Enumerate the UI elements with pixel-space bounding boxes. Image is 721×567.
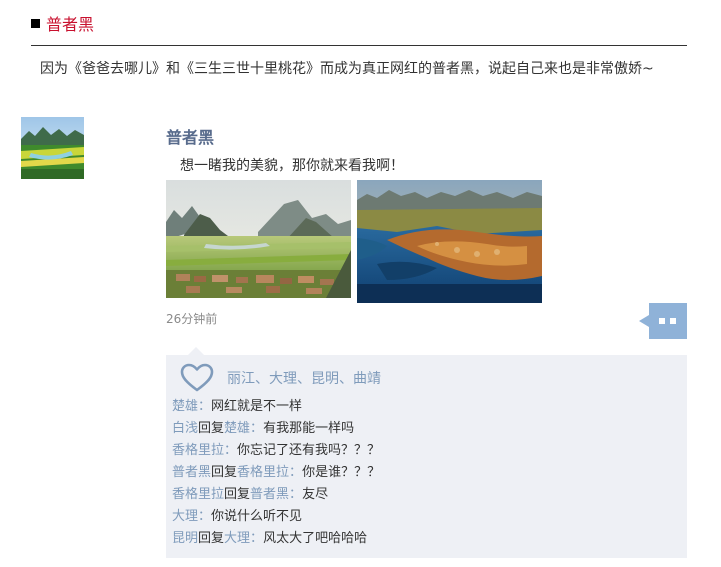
post-time: 26分钟前 <box>166 312 218 326</box>
reply-target[interactable]: 香格里拉 <box>237 465 289 480</box>
heart-icon[interactable] <box>180 363 214 393</box>
comment-separator: ： <box>250 421 264 436</box>
reply-label: 回复 <box>198 531 225 546</box>
comment-author[interactable]: 普者黑 <box>172 465 211 480</box>
likes-row: 丽江、大理、昆明、曲靖 <box>180 363 381 393</box>
post-text: 想一睹我的美貌，那你就来看我啊！ <box>180 158 404 174</box>
comment-section: 丽江、大理、昆明、曲靖 楚雄：网红就是不一样 白浅回复楚雄：有我那能一样吗 香格里拉… <box>166 347 687 558</box>
comment-text: 有我那能一样吗 <box>263 421 355 436</box>
comment-author[interactable]: 昆明 <box>172 531 198 546</box>
comment-text: 风太大了吧哈哈哈 <box>263 531 368 546</box>
reply-target[interactable]: 楚雄 <box>224 421 250 436</box>
divider <box>31 45 687 46</box>
square-bullet-icon <box>31 18 40 28</box>
reply-label: 回复 <box>211 465 238 480</box>
post-author-name[interactable]: 普者黑 <box>166 124 214 148</box>
reply-target[interactable]: 大理 <box>224 531 250 546</box>
comment-separator: ： <box>224 443 238 458</box>
comment-separator: ： <box>198 509 212 524</box>
comment-separator: ： <box>289 487 303 502</box>
comment-button[interactable] <box>639 303 687 339</box>
comment-text: 你是谁？？？ <box>302 465 381 480</box>
comment-author[interactable]: 香格里拉 <box>172 443 224 458</box>
post-photo-1[interactable] <box>166 180 351 298</box>
post-photo-2[interactable] <box>357 180 542 303</box>
reply-target[interactable]: 普者黑 <box>250 487 289 502</box>
comment-separator: ： <box>250 531 264 546</box>
intro-text: 因为《爸爸去哪儿》和《三生三世十里桃花》而成为真正网红的普者黑，说起自己来也是非… <box>40 61 654 77</box>
comment-text: 友尽 <box>302 487 329 502</box>
section-title: 普者黑 <box>46 15 95 34</box>
comment-item[interactable]: 普者黑回复香格里拉：你是谁？？？ <box>172 462 682 484</box>
comment-text: 你说什么听不见 <box>211 509 303 524</box>
comment-list: 楚雄：网红就是不一样 白浅回复楚雄：有我那能一样吗 香格里拉：你忘记了还有我吗？？？… <box>172 396 682 550</box>
comment-item[interactable]: 香格里拉回复普者黑：友尽 <box>172 484 682 506</box>
comment-text: 你忘记了还有我吗？？？ <box>237 443 381 458</box>
comment-text: 网红就是不一样 <box>211 399 303 414</box>
reply-label: 回复 <box>198 421 225 436</box>
comment-item[interactable]: 昆明回复大理：风太大了吧哈哈哈 <box>172 528 682 550</box>
comment-author[interactable]: 大理 <box>172 509 198 524</box>
comment-bubble-icon <box>639 303 687 339</box>
reply-label: 回复 <box>224 487 251 502</box>
section-header: 普者黑 <box>31 10 94 36</box>
avatar[interactable] <box>21 117 84 179</box>
comment-item[interactable]: 大理：你说什么听不见 <box>172 506 682 528</box>
comment-author[interactable]: 白浅 <box>172 421 198 436</box>
comment-author[interactable]: 香格里拉 <box>172 487 224 502</box>
comment-separator: ： <box>289 465 303 480</box>
comment-item[interactable]: 楚雄：网红就是不一样 <box>172 396 682 418</box>
likes-names[interactable]: 丽江、大理、昆明、曲靖 <box>227 368 381 388</box>
comment-item[interactable]: 白浅回复楚雄：有我那能一样吗 <box>172 418 682 440</box>
comment-box-caret <box>188 347 204 355</box>
comment-author[interactable]: 楚雄 <box>172 399 198 414</box>
comment-separator: ： <box>198 399 212 414</box>
comment-item[interactable]: 香格里拉：你忘记了还有我吗？？？ <box>172 440 682 462</box>
